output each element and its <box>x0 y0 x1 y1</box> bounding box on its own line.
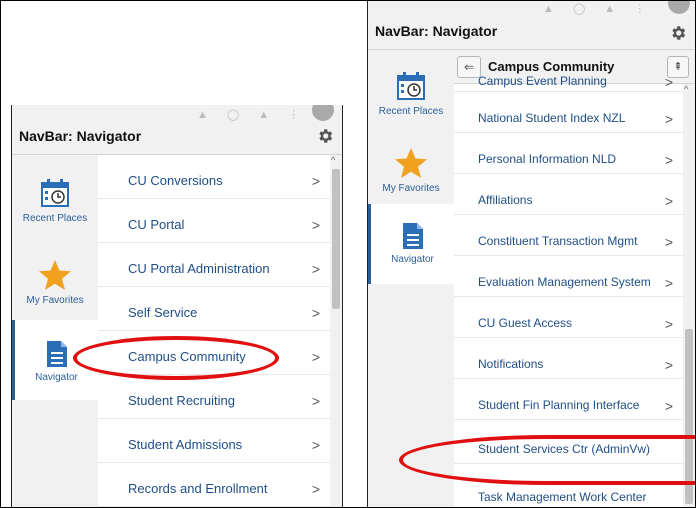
gear-icon[interactable] <box>316 127 334 145</box>
sidebar-item-recent-places[interactable]: Recent Places <box>368 70 454 125</box>
sidebar-item-recent-places[interactable]: Recent Places <box>12 177 98 237</box>
chevron-right-icon: > <box>664 111 673 127</box>
list-item[interactable]: CU Guest Access > <box>454 297 683 338</box>
chevron-right-icon: > <box>311 349 320 365</box>
star-icon <box>39 260 71 290</box>
chevron-right-icon: > <box>311 481 320 497</box>
navbar-title: NavBar: Navigator <box>375 23 498 39</box>
toolbar-icons-faded: ▲ ◯ ▲ ⋮ <box>197 109 308 121</box>
list-item-label: Notifications <box>478 357 544 371</box>
list-item[interactable]: Evaluation Management System > <box>454 256 683 297</box>
avatar <box>668 0 690 14</box>
sidebar-label: Recent Places <box>378 106 444 117</box>
list-item-label: Constituent Transaction Mgmt <box>478 234 638 248</box>
list-item[interactable]: Self Service > <box>98 287 330 331</box>
list-item[interactable]: Constituent Transaction Mgmt > <box>454 215 683 256</box>
chevron-right-icon: > <box>664 76 673 90</box>
navbar-titlebar: ▲ ◯ ▲ ⋮ NavBar: Navigator <box>368 0 695 50</box>
list-item-label: CU Portal Administration <box>128 261 270 276</box>
list-item[interactable]: Records and Enrollment > <box>98 463 330 507</box>
chevron-right-icon: > <box>664 275 673 291</box>
list-item[interactable]: Task Management Work Center <box>454 464 683 508</box>
sidebar-label: Navigator <box>391 254 434 265</box>
scrollbar[interactable]: ^ <box>330 155 342 508</box>
sidebar-label: My Favorites <box>26 295 84 306</box>
chevron-right-icon: > <box>664 234 673 250</box>
list-item-label: Personal Information NLD <box>478 152 617 166</box>
list-item-label: Student Fin Planning Interface <box>478 398 640 412</box>
chevron-right-icon: > <box>664 152 673 168</box>
list-item-label: Campus Event Planning <box>478 76 607 88</box>
list-item-label: Records and Enrollment <box>128 481 268 496</box>
list-item-label: CU Conversions <box>128 173 223 188</box>
navbar-sidebar: Recent Places My Favorites Navigator <box>12 155 98 508</box>
sidebar-label: Navigator <box>35 372 78 383</box>
back-arrow-icon[interactable]: ⇐ <box>457 56 481 78</box>
scroll-top-icon[interactable]: ⇞ <box>667 56 689 78</box>
list-item-label: Student Services Ctr (AdminVw) <box>478 442 651 456</box>
sidebar-item-my-favorites[interactable]: My Favorites <box>12 259 98 319</box>
list-item-label: CU Portal <box>128 217 185 232</box>
list-item[interactable]: CU Portal Administration > <box>98 243 330 287</box>
list-item[interactable]: Affiliations > <box>454 174 683 215</box>
list-item[interactable]: Student Fin Planning Interface > <box>454 379 683 420</box>
list-item-label: Affiliations <box>478 193 533 207</box>
chevron-right-icon: > <box>311 305 320 321</box>
navbar-sidebar: Recent Places My Favorites Navigator <box>368 50 454 508</box>
chevron-right-icon: > <box>311 437 320 453</box>
list-item-label: Evaluation Management System <box>478 275 651 289</box>
chevron-right-icon: > <box>311 393 320 409</box>
list-item[interactable]: Personal Information NLD > <box>454 133 683 174</box>
toolbar-icons-faded: ▲ ◯ ▲ ⋮ <box>543 3 654 15</box>
chevron-right-icon: > <box>664 398 673 414</box>
navigator-panel-left: ▲ ◯ ▲ ⋮ NavBar: Navigator Recent Places <box>11 105 343 508</box>
list-item[interactable]: Student Admissions > <box>98 419 330 463</box>
sidebar-item-navigator[interactable]: Navigator <box>368 204 454 284</box>
list-item[interactable]: Campus Event Planning > <box>454 76 683 92</box>
scrollbar[interactable]: ^ <box>683 84 695 508</box>
list-item[interactable]: Notifications > <box>454 338 683 379</box>
document-icon <box>402 223 423 249</box>
list-item[interactable]: CU Portal > <box>98 199 330 243</box>
list-item[interactable]: National Student Index NZL > <box>454 92 683 133</box>
scrollbar-thumb[interactable] <box>685 329 693 504</box>
document-icon <box>46 341 67 367</box>
list-item-student-services-ctr[interactable]: Student Services Ctr (AdminVw) <box>454 420 683 464</box>
list-item-label: Student Recruiting <box>128 393 235 408</box>
list-item[interactable]: Student Recruiting > <box>98 375 330 419</box>
navbar-title: NavBar: Navigator <box>19 128 142 144</box>
calendar-clock-icon <box>41 179 69 207</box>
list-item-label: CU Guest Access <box>478 316 573 330</box>
calendar-clock-icon <box>397 72 425 100</box>
sidebar-item-my-favorites[interactable]: My Favorites <box>368 147 454 202</box>
scroll-up-icon[interactable]: ^ <box>331 155 335 165</box>
chevron-right-icon: > <box>664 193 673 209</box>
list-item-label: Campus Community <box>128 349 246 364</box>
sidebar-label: My Favorites <box>382 183 440 194</box>
chevron-right-icon: > <box>664 357 673 373</box>
navigator-list: Campus Event Planning > National Student… <box>454 76 683 508</box>
chevron-right-icon: > <box>664 316 673 332</box>
list-item-label: Student Admissions <box>128 437 243 452</box>
avatar <box>312 105 334 121</box>
chevron-right-icon: > <box>311 173 320 189</box>
list-item[interactable]: CU Conversions > <box>98 155 330 199</box>
list-item-label: Self Service <box>128 305 198 320</box>
folder-title: Campus Community <box>488 59 615 74</box>
list-item-label: Task Management Work Center <box>478 490 647 504</box>
scroll-up-icon[interactable]: ^ <box>684 84 688 94</box>
star-icon <box>395 148 427 178</box>
sidebar-item-navigator[interactable]: Navigator <box>12 320 98 400</box>
chevron-right-icon: > <box>311 217 320 233</box>
navbar-titlebar: ▲ ◯ ▲ ⋮ NavBar: Navigator <box>12 105 342 155</box>
navigator-list: CU Conversions > CU Portal > CU Portal A… <box>98 155 330 508</box>
sidebar-label: Recent Places <box>22 213 88 224</box>
chevron-right-icon: > <box>311 261 320 277</box>
gear-icon[interactable] <box>669 24 687 42</box>
navigator-panel-right: ▲ ◯ ▲ ⋮ NavBar: Navigator Recent Places <box>367 0 696 508</box>
scrollbar-thumb[interactable] <box>332 169 340 309</box>
list-item-label: National Student Index NZL <box>478 111 626 125</box>
list-item-campus-community[interactable]: Campus Community > <box>98 331 330 375</box>
